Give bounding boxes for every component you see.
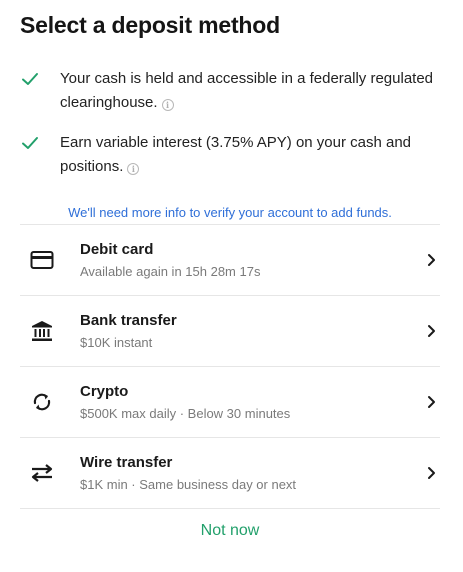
method-body: Crypto $500K max daily · Below 30 minute…	[80, 382, 416, 423]
check-icon	[20, 131, 60, 179]
method-title: Bank transfer	[80, 311, 177, 329]
chevron-right-icon	[416, 253, 440, 267]
bank-icon	[20, 319, 80, 343]
method-subtitle: $10K instant	[80, 334, 153, 350]
method-subtitle: Available again in 15h 28m 17s	[80, 263, 261, 279]
chevron-right-icon	[416, 395, 440, 409]
method-subtitle: $500K max daily · Below 30 minutes	[80, 405, 291, 421]
feature-text: Earn variable interest (3.75% APY) on yo…	[60, 131, 445, 179]
info-icon[interactable]: i	[161, 99, 174, 111]
deposit-method-list: Debit card Available again in 15h 28m 17…	[20, 224, 440, 509]
method-body: Bank transfer $10K instant	[80, 311, 416, 352]
info-icon[interactable]: i	[127, 163, 140, 175]
transfer-arrows-icon	[20, 461, 80, 485]
chevron-right-icon	[416, 324, 440, 338]
method-debit-card[interactable]: Debit card Available again in 15h 28m 17…	[20, 225, 440, 296]
method-crypto[interactable]: Crypto $500K max daily · Below 30 minute…	[20, 367, 440, 438]
feature-text-label: Your cash is held and accessible in a fe…	[60, 70, 434, 111]
verify-account-link[interactable]: We'll need more info to verify your acco…	[20, 205, 440, 220]
not-now-button[interactable]: Not now	[20, 522, 440, 540]
method-title: Crypto	[80, 382, 129, 400]
chevron-right-icon	[416, 466, 440, 480]
feature-text-label: Earn variable interest (3.75% APY) on yo…	[60, 134, 412, 175]
deposit-method-modal: Select a deposit method Your cash is hel…	[0, 0, 463, 572]
feature-cash-held: Your cash is held and accessible in a fe…	[20, 67, 445, 115]
sync-icon	[20, 390, 80, 414]
method-body: Debit card Available again in 15h 28m 17…	[80, 240, 416, 281]
check-icon	[20, 67, 60, 115]
feature-text: Your cash is held and accessible in a fe…	[60, 67, 445, 115]
modal-title: Select a deposit method	[20, 12, 280, 38]
method-title: Debit card	[80, 240, 154, 258]
method-bank-transfer[interactable]: Bank transfer $10K instant	[20, 296, 440, 367]
method-title: Wire transfer	[80, 453, 173, 471]
feature-interest: Earn variable interest (3.75% APY) on yo…	[20, 131, 445, 179]
method-wire-transfer[interactable]: Wire transfer $1K min · Same business da…	[20, 438, 440, 509]
credit-card-icon	[20, 248, 80, 272]
method-subtitle: $1K min · Same business day or next	[80, 476, 297, 492]
method-body: Wire transfer $1K min · Same business da…	[80, 453, 416, 494]
